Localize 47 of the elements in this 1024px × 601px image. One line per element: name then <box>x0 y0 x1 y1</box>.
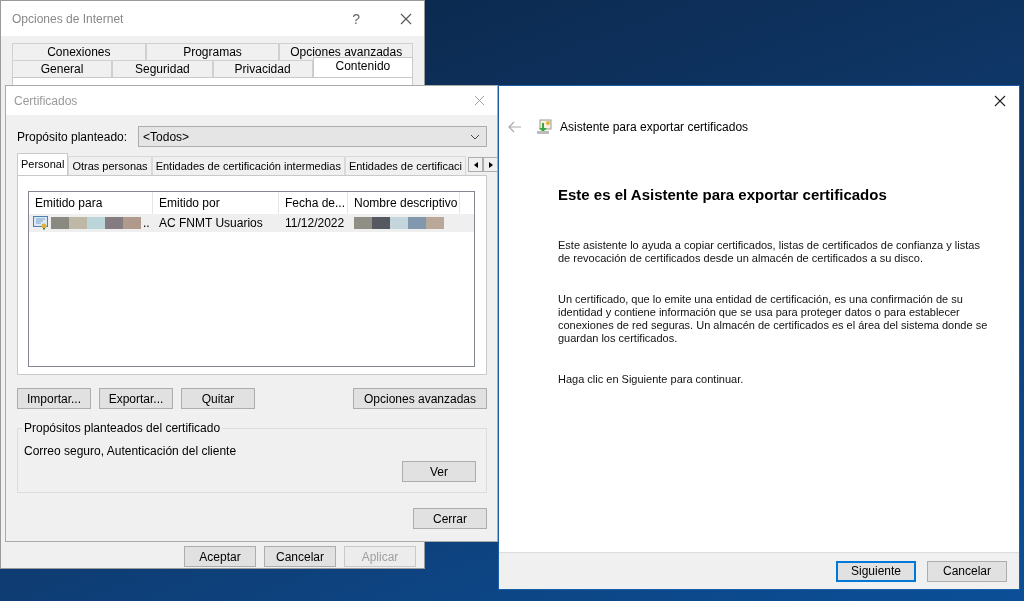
tab[interactable]: Entidades de certificaci <box>344 156 466 175</box>
table-cell: .. <box>143 216 150 230</box>
tab[interactable]: Conexiones <box>12 43 146 60</box>
list-row[interactable]: .. AC FNMT Usuarios 11/12/2022 <box>29 214 474 232</box>
group-title: Propósitos planteados del certificado <box>23 421 222 435</box>
window-title: Opciones de Internet <box>12 11 125 26</box>
dialog-button[interactable]: Exportar... <box>99 388 173 409</box>
help-button[interactable]: ? <box>352 10 360 27</box>
dialog-button[interactable]: Importar... <box>17 388 91 409</box>
purpose-dropdown[interactable]: <Todos> <box>138 126 487 147</box>
close-icon <box>400 12 412 25</box>
dialog-button[interactable]: Cancelar <box>264 546 336 567</box>
tab[interactable]: Entidades de certificación intermedias <box>151 156 345 175</box>
right-triangle-icon <box>488 161 493 168</box>
tab[interactable]: Otras personas <box>68 156 152 175</box>
tab[interactable]: Privacidad <box>212 60 313 77</box>
tab[interactable]: Personal <box>17 153 69 175</box>
wizard-title: Asistente para exportar certificados <box>560 120 749 134</box>
left-triangle-icon <box>473 161 478 168</box>
purposes-text: Correo seguro, Autenticación del cliente <box>24 444 238 458</box>
dialog-button[interactable]: Aceptar <box>184 546 256 567</box>
purpose-label: Propósito planteado: <box>17 129 128 144</box>
close-dialog-button[interactable]: Cerrar <box>413 508 487 529</box>
window-title: Certificados <box>14 93 79 108</box>
wizard-heading: Este es el Asistente para exportar certificados <box>558 186 888 203</box>
certificate-arrow-icon <box>536 119 552 135</box>
dialog-button[interactable]: Siguiente <box>836 560 916 582</box>
tab[interactable]: Contenido <box>312 57 413 77</box>
dialog-button[interactable]: Quitar <box>181 388 255 409</box>
paragraph: Este asistente lo ayuda a copiar certificados, listas de certificados de confianza y listas de revocación de certificados desde un almacén de certificados a su disco. <box>558 239 981 265</box>
close-icon <box>473 95 485 106</box>
tab[interactable]: Seguridad <box>112 60 213 77</box>
paragraph: Un certificado, que lo emite una entidad de certificación, es una confirmación de su identidad y contiene información que se usa para proteger datos o para establecer conexiones de red seguras. Un almacén de certificados es el área del sistema donde se guardan los certificados. <box>558 293 989 345</box>
tab[interactable]: Programas <box>145 43 280 60</box>
tab[interactable]: General <box>12 60 113 77</box>
chevron-down-icon <box>470 133 480 140</box>
scroll-right-button[interactable] <box>483 157 498 172</box>
certificate-icon <box>33 216 49 230</box>
advanced-options-button[interactable]: Opciones avanzadas <box>353 388 487 409</box>
view-button[interactable]: Ver <box>402 461 476 482</box>
paragraph: Haga clic en Siguiente para continuar. <box>558 373 745 386</box>
dialog-button[interactable]: Cancelar <box>927 560 1007 582</box>
scroll-left-button[interactable] <box>468 157 483 172</box>
table-cell-text: 11/12/2022 <box>284 216 346 230</box>
close-icon <box>994 95 1006 107</box>
table-cell-text: AC FNMT Usuarios <box>158 216 264 230</box>
back-arrow-icon[interactable] <box>508 121 522 133</box>
